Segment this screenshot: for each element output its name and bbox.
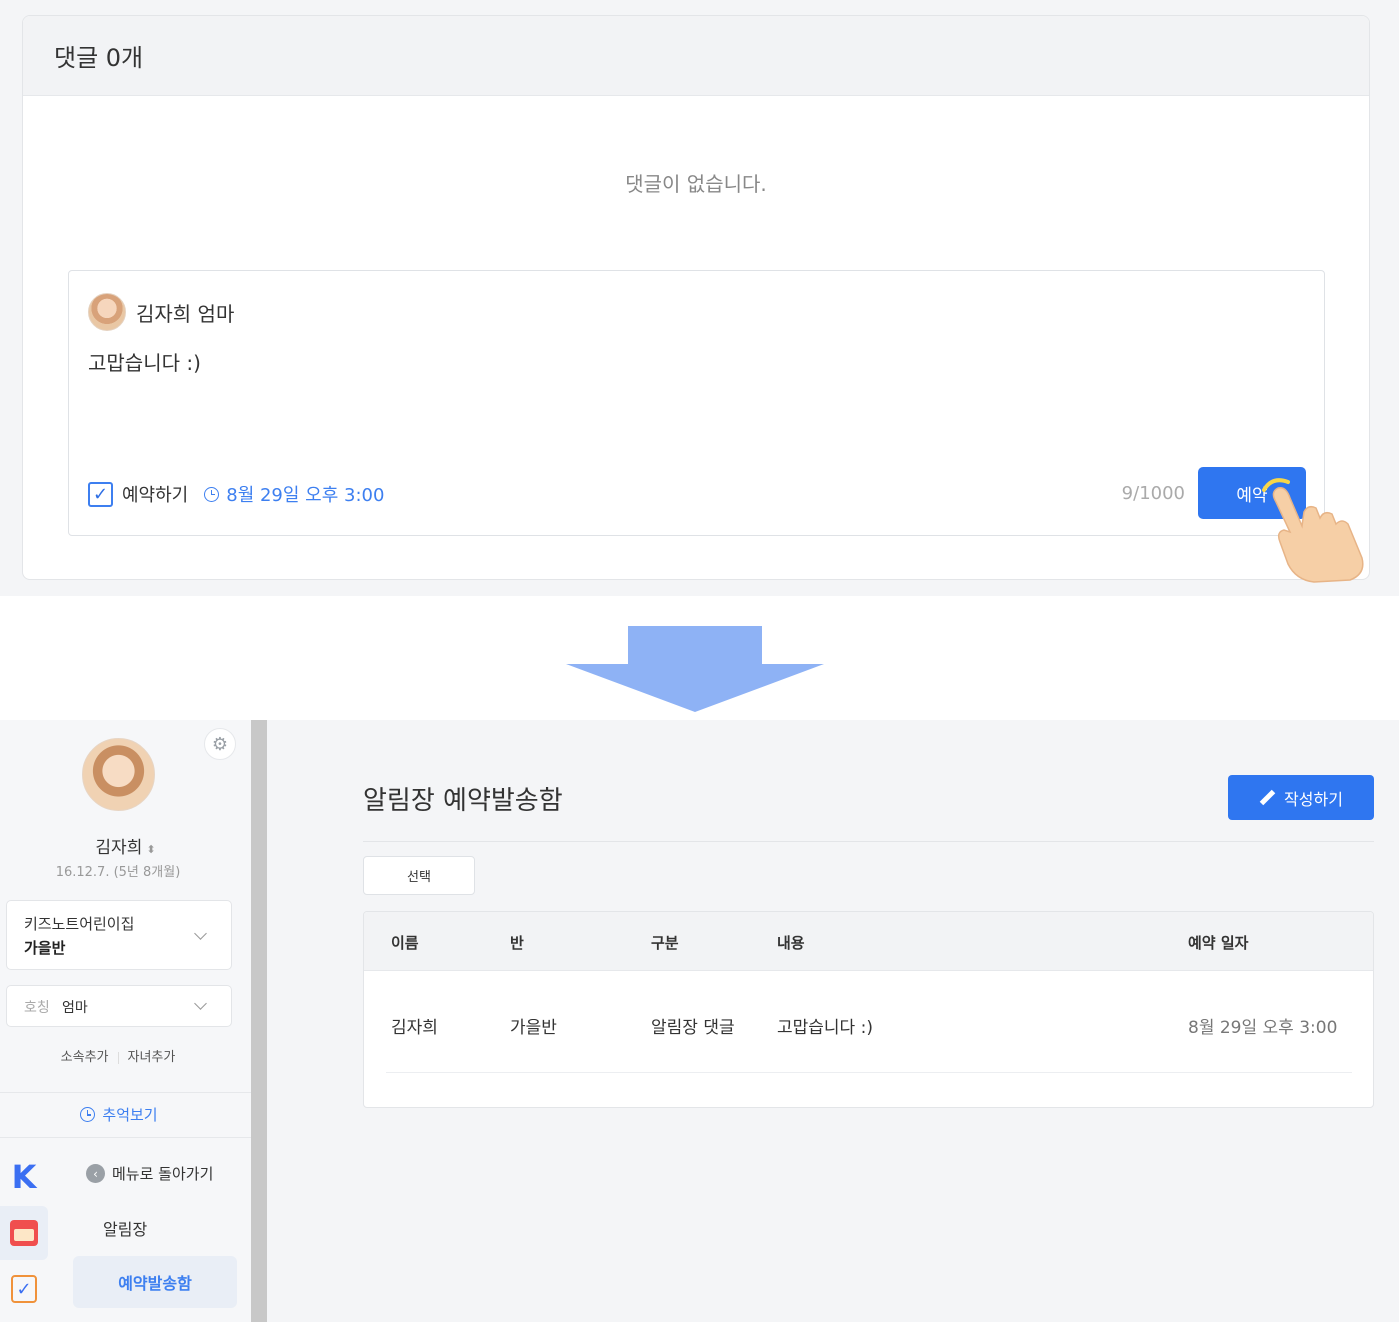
rail-item-notice[interactable] bbox=[0, 1206, 48, 1260]
chevron-down-icon bbox=[194, 927, 207, 940]
write-button[interactable]: 작성하기 bbox=[1228, 775, 1374, 820]
kidsnote-logo-icon: K bbox=[11, 1158, 37, 1196]
clock-icon bbox=[204, 486, 220, 502]
menu-item-reserved[interactable]: 예약발송함 bbox=[73, 1256, 237, 1308]
cell-class: 가을반 bbox=[510, 1018, 557, 1038]
chevron-down-icon bbox=[194, 997, 207, 1010]
comments-card: 댓글 0개 댓글이 없습니다. 김자희 엄마 고맙습니다 :) ✓ 예약하기 8… bbox=[22, 15, 1370, 580]
checklist-icon: ✓ bbox=[11, 1275, 37, 1303]
cell-name: 김자희 bbox=[391, 1018, 438, 1038]
reserve-label[interactable]: 예약하기 bbox=[122, 481, 188, 507]
add-child-link[interactable]: 자녀추가 bbox=[128, 1050, 176, 1065]
pointer-hand-icon bbox=[1262, 478, 1364, 583]
sidebar: ⚙ 김자희 ⬍ 16.12.7. (5년 8개월) 키즈노트어린이집 가을반 호칭… bbox=[0, 720, 251, 1322]
title-value: 엄마 bbox=[62, 1000, 88, 1016]
column-header-content: 내용 bbox=[777, 934, 805, 952]
page-title: 알림장 예약발송함 bbox=[363, 786, 563, 816]
pencil-icon bbox=[1259, 790, 1275, 806]
comments-header: 댓글 0개 bbox=[23, 16, 1369, 96]
reserve-checkbox[interactable]: ✓ bbox=[88, 481, 113, 507]
scrollbar[interactable] bbox=[251, 720, 267, 1322]
back-menu-label: 메뉴로 돌아가기 bbox=[112, 1165, 214, 1183]
comment-input[interactable]: 고맙습니다 :) bbox=[88, 347, 201, 376]
avatar bbox=[88, 293, 126, 331]
add-org-link[interactable]: 소속추가 bbox=[61, 1050, 109, 1065]
reserve-row: ✓ 예약하기 8월 29일 오후 3:00 bbox=[88, 481, 384, 507]
column-header-type: 구분 bbox=[651, 934, 679, 952]
reserved-table: 이름 반 구분 내용 예약 일자 김자희 가을반 알림장 댓글 고맙습니다 :)… bbox=[363, 911, 1374, 1108]
comments-count: 댓글 0개 bbox=[54, 44, 144, 72]
menu-item-notice[interactable]: 알림장 bbox=[103, 1216, 147, 1240]
divider bbox=[386, 1072, 1352, 1073]
org-select[interactable]: 키즈노트어린이집 가을반 bbox=[6, 900, 232, 970]
add-links: 소속추가 자녀추가 bbox=[0, 1046, 236, 1065]
comment-composer: 김자희 엄마 고맙습니다 :) ✓ 예약하기 8월 29일 오후 3:00 9/… bbox=[68, 270, 1325, 536]
column-header-date: 예약 일자 bbox=[1188, 934, 1249, 952]
reserve-time-link[interactable]: 8월 29일 오후 3:00 bbox=[226, 481, 384, 507]
settings-button[interactable]: ⚙ bbox=[204, 728, 236, 760]
comments-empty-message: 댓글이 없습니다. bbox=[625, 172, 767, 196]
divider bbox=[117, 1051, 119, 1064]
memory-label: 추억보기 bbox=[102, 1106, 158, 1124]
composer-user: 김자희 엄마 bbox=[88, 293, 234, 331]
sort-icon: ⬍ bbox=[146, 843, 156, 856]
column-header-class: 반 bbox=[510, 934, 524, 952]
cell-content: 고맙습니다 :) bbox=[777, 1018, 873, 1038]
child-name[interactable]: 김자희 ⬍ bbox=[0, 833, 251, 858]
divider bbox=[0, 1137, 251, 1138]
rail-item-home[interactable]: K bbox=[0, 1150, 48, 1204]
composer-user-name: 김자희 엄마 bbox=[136, 301, 235, 326]
divider bbox=[363, 841, 1374, 842]
rail-item-checklist[interactable]: ✓ bbox=[0, 1262, 48, 1316]
child-name-text: 김자희 bbox=[95, 838, 143, 858]
cell-type: 알림장 댓글 bbox=[651, 1018, 735, 1038]
divider bbox=[0, 1092, 251, 1093]
org-class: 가을반 bbox=[24, 939, 66, 957]
clock-icon bbox=[80, 1107, 96, 1122]
write-label: 작성하기 bbox=[1284, 789, 1343, 809]
main-content: 알림장 예약발송함 작성하기 선택 이름 반 구분 내용 예약 일자 김자희 가… bbox=[267, 720, 1399, 1322]
arrow-down-icon bbox=[566, 626, 824, 712]
check-icon: ✓ bbox=[92, 483, 109, 505]
reserved-box-app: ⚙ 김자희 ⬍ 16.12.7. (5년 8개월) 키즈노트어린이집 가을반 호칭… bbox=[0, 720, 1399, 1322]
title-select[interactable]: 호칭 엄마 bbox=[6, 985, 232, 1027]
char-counter: 9/1000 bbox=[1121, 483, 1185, 504]
select-button[interactable]: 선택 bbox=[363, 856, 475, 895]
notice-icon bbox=[10, 1220, 38, 1246]
back-to-menu-button[interactable]: ‹ 메뉴로 돌아가기 bbox=[86, 1163, 213, 1184]
child-avatar bbox=[82, 738, 155, 811]
org-name: 키즈노트어린이집 bbox=[24, 915, 135, 933]
column-header-name: 이름 bbox=[391, 934, 419, 952]
gear-icon: ⚙ bbox=[211, 733, 229, 755]
child-birth: 16.12.7. (5년 8개월) bbox=[55, 865, 181, 880]
back-icon: ‹ bbox=[86, 1164, 105, 1183]
cell-date: 8월 29일 오후 3:00 bbox=[1188, 1018, 1338, 1038]
memory-button[interactable]: 추억보기 bbox=[0, 1104, 238, 1125]
table-header: 이름 반 구분 내용 예약 일자 bbox=[364, 912, 1373, 971]
title-label: 호칭 bbox=[24, 1000, 50, 1016]
